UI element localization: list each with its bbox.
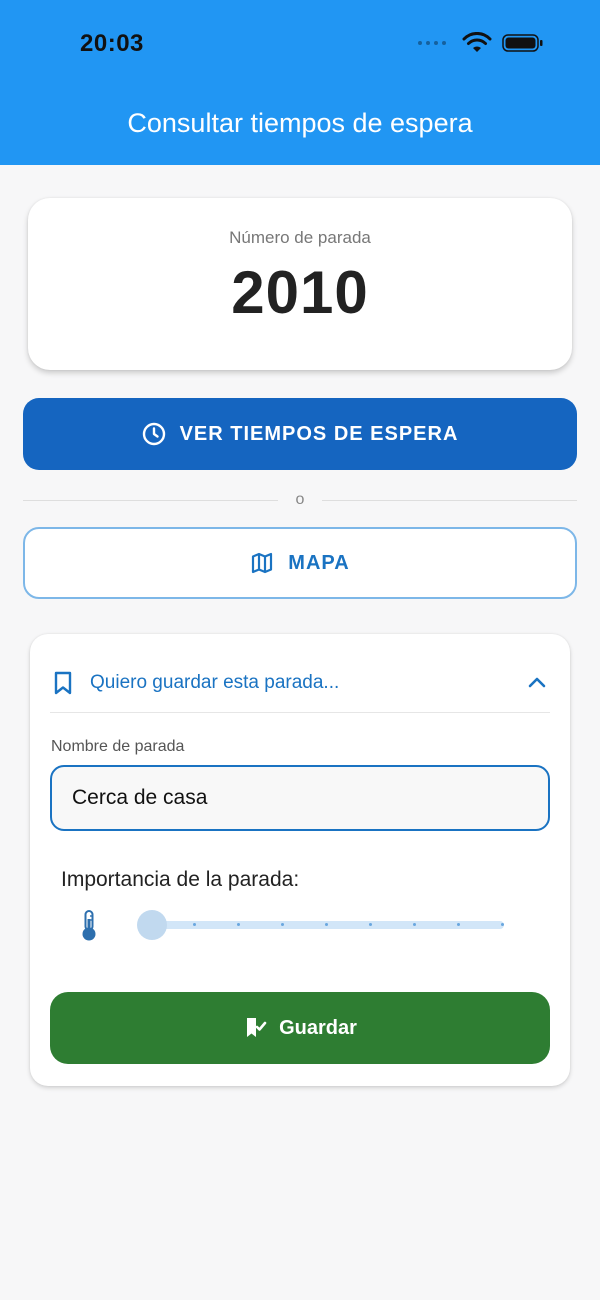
- importance-slider[interactable]: [137, 908, 508, 942]
- app-header: 20:03 Consultar tiempos de espera: [0, 0, 600, 165]
- wifi-icon: [462, 32, 492, 52]
- divider-text: o: [295, 491, 305, 508]
- slider-tick: [237, 923, 240, 926]
- divider-line-left: [23, 499, 278, 501]
- or-divider: o: [23, 488, 577, 512]
- thermometer-icon: [82, 910, 96, 941]
- bookmark-icon: [54, 671, 72, 695]
- save-label: Guardar: [279, 1016, 357, 1039]
- slider-tick: [457, 923, 460, 926]
- signal-icon: [418, 41, 446, 45]
- save-button[interactable]: Guardar: [50, 992, 550, 1064]
- page-title: Consultar tiempos de espera: [127, 108, 473, 138]
- status-icons: [418, 32, 544, 54]
- battery-icon: [502, 34, 543, 52]
- importance-label: Importancia de la parada:: [61, 868, 300, 891]
- slider-tick: [281, 923, 284, 926]
- save-panel-title: Quiero guardar esta parada...: [90, 672, 340, 693]
- wait-times-button[interactable]: VER TIEMPOS DE ESPERA: [23, 398, 577, 470]
- slider-tick: [193, 923, 196, 926]
- stop-number-card[interactable]: Número de parada 2010: [28, 198, 572, 370]
- save-panel-toggle[interactable]: Quiero guardar esta parada...: [52, 654, 548, 712]
- save-panel-divider: [50, 712, 550, 713]
- slider-thumb[interactable]: [137, 910, 167, 940]
- slider-tick: [369, 923, 372, 926]
- wait-times-label: VER TIEMPOS DE ESPERA: [179, 422, 459, 445]
- chevron-up-icon[interactable]: [526, 672, 548, 694]
- stop-name-label: Nombre de parada: [51, 738, 185, 755]
- bookmark-check-icon: [247, 1018, 267, 1037]
- map-label: MAPA: [288, 551, 350, 574]
- map-button[interactable]: MAPA: [23, 527, 577, 599]
- status-time: 20:03: [80, 30, 144, 57]
- slider-tick: [325, 923, 328, 926]
- slider-tick: [501, 923, 504, 926]
- divider-line-right: [322, 499, 577, 501]
- save-stop-panel: Quiero guardar esta parada... Nombre de …: [30, 634, 570, 1086]
- stop-number-value: 2010: [231, 259, 369, 326]
- slider-track[interactable]: [152, 921, 504, 929]
- clock-icon: [142, 422, 165, 446]
- slider-tick: [413, 923, 416, 926]
- map-icon: [252, 552, 273, 574]
- stop-number-label: Número de parada: [229, 228, 371, 247]
- stop-name-input[interactable]: [50, 765, 550, 831]
